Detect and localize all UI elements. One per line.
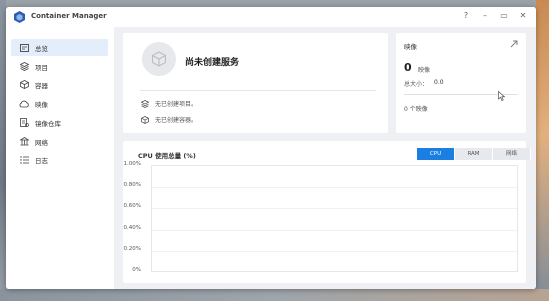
desktop-background-right — [536, 0, 549, 301]
metric-tabs: CPU RAM 网络 — [417, 148, 531, 160]
gridline — [152, 250, 517, 252]
sidebar: 总览 项目 容器 映像 镜像仓库 网络 日志 — [6, 27, 114, 289]
container-icon — [18, 79, 30, 91]
app-logo-icon — [14, 11, 25, 23]
gridline — [152, 229, 517, 231]
close-button[interactable]: ✕ — [518, 11, 528, 21]
resource-title: 映像 — [404, 43, 417, 51]
mouse-cursor-icon — [498, 91, 505, 101]
chart-plot-area — [151, 165, 518, 272]
project-icon — [18, 61, 30, 73]
y-tick-label: 0.80% — [123, 182, 141, 189]
sidebar-item-container[interactable]: 容器 — [11, 76, 108, 93]
maximize-button[interactable]: ▭ — [499, 11, 509, 21]
y-tick-label: 0.40% — [123, 224, 141, 231]
window-controls: ? – ▭ ✕ — [461, 11, 528, 21]
sidebar-item-project[interactable]: 项目 — [11, 58, 108, 75]
y-tick-label: 0% — [132, 267, 141, 273]
image-cloud-icon — [18, 98, 30, 110]
sidebar-item-label: 网络 — [35, 138, 48, 147]
project-status-text: 无已创建项目。 — [155, 101, 198, 108]
sidebar-item-log[interactable]: 日志 — [11, 151, 108, 168]
gridline — [152, 208, 517, 210]
image-resource-card: 映像 0 映像 总大小： 0.0 0 个映像 — [396, 33, 526, 133]
layers-icon — [140, 99, 149, 108]
package-placeholder — [142, 42, 176, 76]
sidebar-item-image[interactable]: 映像 — [11, 95, 108, 112]
log-icon — [18, 154, 30, 166]
divider — [140, 90, 376, 91]
title-bar: Container Manager ? – ▭ ✕ — [6, 7, 536, 27]
desktop-background-bottom — [0, 289, 549, 301]
registry-icon — [18, 117, 30, 129]
sidebar-item-registry[interactable]: 镜像仓库 — [11, 114, 108, 131]
tab-cpu[interactable]: CPU — [417, 148, 455, 160]
container-status-row: 无已创建容器。 — [140, 115, 197, 124]
package-box-icon — [152, 51, 166, 67]
network-icon — [18, 136, 30, 148]
total-size-label: 总大小： — [404, 81, 429, 88]
help-button[interactable]: ? — [461, 11, 471, 21]
image-summary: 0 个映像 — [404, 106, 428, 113]
service-title: 尚未创建服务 — [185, 58, 240, 68]
sidebar-item-label: 总览 — [35, 44, 48, 53]
y-tick-label: 0.20% — [123, 245, 141, 252]
sidebar-item-label: 映像 — [35, 100, 48, 109]
image-count: 0 — [404, 61, 412, 74]
project-status-row: 无已创建项目。 — [140, 99, 197, 108]
gridline — [152, 187, 517, 189]
total-size-value: 0.0 — [434, 79, 444, 86]
external-link-icon[interactable] — [510, 40, 518, 48]
app-window: Container Manager ? – ▭ ✕ 总览 项目 容器 映像 镜像… — [6, 7, 536, 289]
tab-network[interactable]: 网络 — [493, 148, 531, 160]
sidebar-item-overview[interactable]: 总览 — [11, 39, 108, 56]
container-icon — [140, 115, 149, 124]
sidebar-item-label: 容器 — [35, 81, 48, 90]
tab-ram[interactable]: RAM — [455, 148, 493, 160]
app-title: Container Manager — [31, 12, 107, 20]
minimize-button[interactable]: – — [480, 11, 490, 21]
service-card: 尚未创建服务 无已创建项目。 无已创建容器。 — [123, 33, 388, 133]
cpu-usage-card: CPU 使用总量 (%) CPU RAM 网络 1.00% 0.80% 0.60% 0… — [123, 141, 531, 283]
chart-title: CPU 使用总量 (%) — [138, 152, 196, 160]
container-status-text: 无已创建容器。 — [155, 117, 198, 124]
sidebar-item-label: 日志 — [35, 156, 48, 165]
image-count-unit: 映像 — [418, 67, 431, 74]
y-tick-label: 0.60% — [123, 203, 141, 210]
main-content: 尚未创建服务 无已创建项目。 无已创建容器。 映像 0 映像 总大小： 0.0 … — [114, 27, 536, 289]
y-tick-label: 1.00% — [123, 161, 141, 167]
sidebar-item-network[interactable]: 网络 — [11, 133, 108, 150]
sidebar-item-label: 镜像仓库 — [35, 119, 61, 128]
overview-icon — [18, 42, 30, 54]
sidebar-item-label: 项目 — [35, 63, 48, 72]
